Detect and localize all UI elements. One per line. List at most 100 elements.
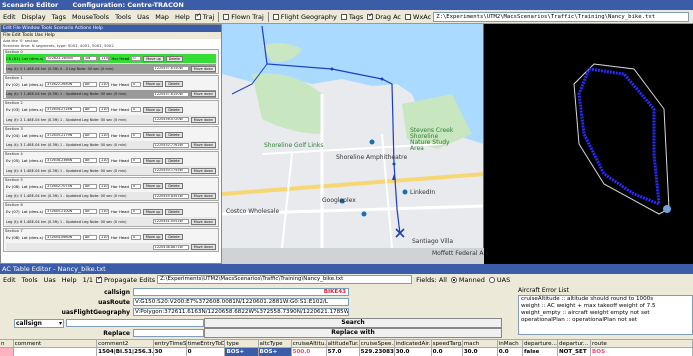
column-header[interactable]: type bbox=[225, 340, 259, 347]
alt-input[interactable]: 110 bbox=[99, 234, 110, 240]
lon-input[interactable]: 1220450.1745W bbox=[152, 168, 189, 173]
column-header[interactable]: departure... bbox=[523, 340, 558, 347]
replace-input[interactable] bbox=[133, 329, 204, 337]
alt-select[interactable]: Alt bbox=[83, 234, 98, 240]
column-header[interactable]: cruiseAltitu... bbox=[292, 340, 327, 347]
delete-button[interactable]: Delete bbox=[165, 183, 183, 189]
lon-input[interactable]: 1220452.7762W bbox=[152, 142, 189, 148]
alt-input[interactable]: 110 bbox=[99, 158, 110, 163]
delete-button[interactable]: Delete bbox=[165, 132, 183, 138]
propagate-edits-checkbox[interactable]: Propagate Edits bbox=[96, 275, 155, 284]
alt-input[interactable]: 110 bbox=[99, 209, 110, 214]
ac-menu-help[interactable]: Help bbox=[59, 276, 80, 284]
table-cell[interactable]: 500.0 bbox=[292, 348, 327, 356]
table-cell[interactable]: 529.23083 bbox=[360, 348, 395, 356]
move-down-button[interactable]: Move down bbox=[190, 167, 216, 174]
column-header[interactable]: comment2 bbox=[97, 340, 154, 347]
alt-select[interactable]: Alt bbox=[83, 81, 98, 87]
table-row[interactable]: 1504|BI.51|256.3... 30 0 BOS+ BOS+ 500.0 57.0 5… bbox=[0, 348, 693, 356]
tags-checkbox[interactable]: Tags bbox=[339, 13, 365, 21]
column-header[interactable]: route bbox=[591, 340, 693, 347]
menu-uas[interactable]: Uas bbox=[134, 13, 152, 21]
aircraft-marker-icon[interactable] bbox=[663, 205, 671, 213]
alt-input[interactable]: 110 bbox=[99, 56, 110, 61]
menu-tools[interactable]: Tools bbox=[112, 13, 134, 21]
column-header[interactable]: mach bbox=[463, 340, 498, 347]
move-up-button[interactable]: Move up bbox=[142, 183, 164, 189]
alt-select[interactable]: Alt bbox=[83, 209, 98, 214]
move-down-button[interactable]: Move down bbox=[190, 193, 216, 199]
table-cell[interactable]: 0.0 bbox=[498, 348, 523, 356]
alt-select[interactable]: Alt bbox=[83, 56, 98, 61]
delete-button[interactable]: Delete bbox=[165, 55, 183, 62]
table-cell[interactable]: BOS+ bbox=[258, 348, 292, 356]
move-down-button[interactable]: Move down bbox=[190, 142, 216, 148]
alt-select[interactable]: Alt bbox=[83, 158, 98, 163]
error-item[interactable]: cruiseAltitude :: altitude should round … bbox=[521, 296, 692, 303]
delete-button[interactable]: Delete bbox=[165, 234, 183, 240]
menu-display[interactable]: Display bbox=[19, 13, 49, 21]
move-up-button[interactable]: Move up bbox=[142, 234, 164, 240]
hdg-input[interactable]: 0 bbox=[131, 56, 142, 61]
ac-menu-edit[interactable]: Edit bbox=[0, 276, 19, 284]
move-up-button[interactable]: Move up bbox=[142, 157, 164, 164]
hdg-input[interactable]: 0 bbox=[130, 209, 141, 214]
column-header[interactable]: n bbox=[0, 340, 14, 347]
lat-input[interactable]: 372634.2724N bbox=[45, 107, 82, 112]
hdg-input[interactable]: 0 bbox=[130, 234, 141, 240]
table-cell[interactable]: BOS+ bbox=[225, 348, 259, 356]
column-header[interactable]: departur... bbox=[558, 340, 592, 347]
table-cell[interactable]: false bbox=[523, 348, 558, 356]
scenario-path-field[interactable]: Z:\Experiments\UTM2\MacsScenarios\Traffi… bbox=[433, 11, 689, 22]
lat-input[interactable]: 372622.2650N bbox=[45, 56, 82, 61]
hdg-input[interactable]: 0 bbox=[130, 81, 141, 87]
menu-edit[interactable]: Edit bbox=[0, 13, 19, 21]
replace-with-button[interactable]: Replace with bbox=[204, 328, 502, 338]
hdg-input[interactable]: 0 bbox=[130, 158, 141, 163]
ac-menu-tools[interactable]: Tools bbox=[19, 276, 41, 284]
flightgeo-input[interactable]: V:Polygon:372611.6163N/1220658.6822W%372… bbox=[133, 308, 349, 316]
lat-input[interactable]: 372644.0660N bbox=[45, 234, 82, 240]
lon-input[interactable]: 1220445.8341W bbox=[152, 193, 189, 199]
table-cell[interactable] bbox=[0, 348, 14, 356]
search-field-select[interactable]: callsign bbox=[14, 319, 64, 328]
column-header[interactable]: comment bbox=[14, 340, 98, 347]
alt-input[interactable]: 110 bbox=[99, 81, 110, 87]
column-header[interactable]: entryTimeS... bbox=[154, 340, 187, 347]
column-header[interactable]: altitudeTur... bbox=[327, 340, 360, 347]
move-down-button[interactable]: Move down bbox=[190, 244, 216, 250]
drag-ac-checkbox[interactable]: Drag Ac bbox=[365, 12, 403, 21]
alt-input[interactable]: 110 bbox=[99, 107, 110, 112]
lat-input[interactable]: 372645.2100N bbox=[45, 209, 82, 214]
move-up-button[interactable]: Move up bbox=[142, 132, 164, 138]
menu-map[interactable]: Map bbox=[152, 13, 172, 21]
alt-select[interactable]: Alt bbox=[83, 132, 98, 138]
radio-uas[interactable] bbox=[488, 276, 495, 283]
search-button[interactable]: Search bbox=[204, 318, 502, 328]
delete-button[interactable]: Delete bbox=[165, 157, 183, 164]
column-header[interactable]: altcType bbox=[259, 340, 292, 347]
move-up-button[interactable]: Move up bbox=[142, 208, 164, 215]
column-header[interactable]: indicatedAir... bbox=[395, 340, 432, 347]
lon-input[interactable]: 1220441.0552W bbox=[152, 219, 189, 224]
table-cell[interactable] bbox=[14, 348, 98, 356]
alt-select[interactable]: Alt bbox=[83, 183, 98, 189]
move-up-button[interactable]: Move up bbox=[142, 106, 164, 113]
move-down-button[interactable]: Move down bbox=[190, 65, 216, 72]
table-cell[interactable]: 57.0 bbox=[327, 348, 360, 356]
wxac-checkbox[interactable]: WxAc bbox=[403, 13, 433, 21]
waypoint-marker[interactable] bbox=[330, 67, 334, 71]
move-down-button[interactable]: Move down bbox=[190, 218, 216, 225]
menu-mousetools[interactable]: MouseTools bbox=[69, 13, 112, 21]
flight-geography-checkbox[interactable]: Flight Geography bbox=[271, 13, 339, 21]
column-header[interactable]: timeEntryToD... bbox=[187, 340, 226, 347]
menu-help[interactable]: Help bbox=[172, 13, 193, 21]
table-cell[interactable]: BOS bbox=[591, 348, 693, 356]
error-item[interactable]: operationalPlan :: operationalPlan not s… bbox=[521, 317, 692, 324]
lon-input[interactable]: 1220436.8871W bbox=[152, 244, 189, 250]
lat-input[interactable]: 372635.2179N bbox=[45, 132, 82, 138]
callsign-input[interactable]: BIKE43 bbox=[133, 288, 349, 296]
column-header[interactable]: speedTarg... bbox=[432, 340, 463, 347]
search-input[interactable] bbox=[66, 319, 204, 327]
table-cell[interactable]: 30.0 bbox=[463, 348, 498, 356]
